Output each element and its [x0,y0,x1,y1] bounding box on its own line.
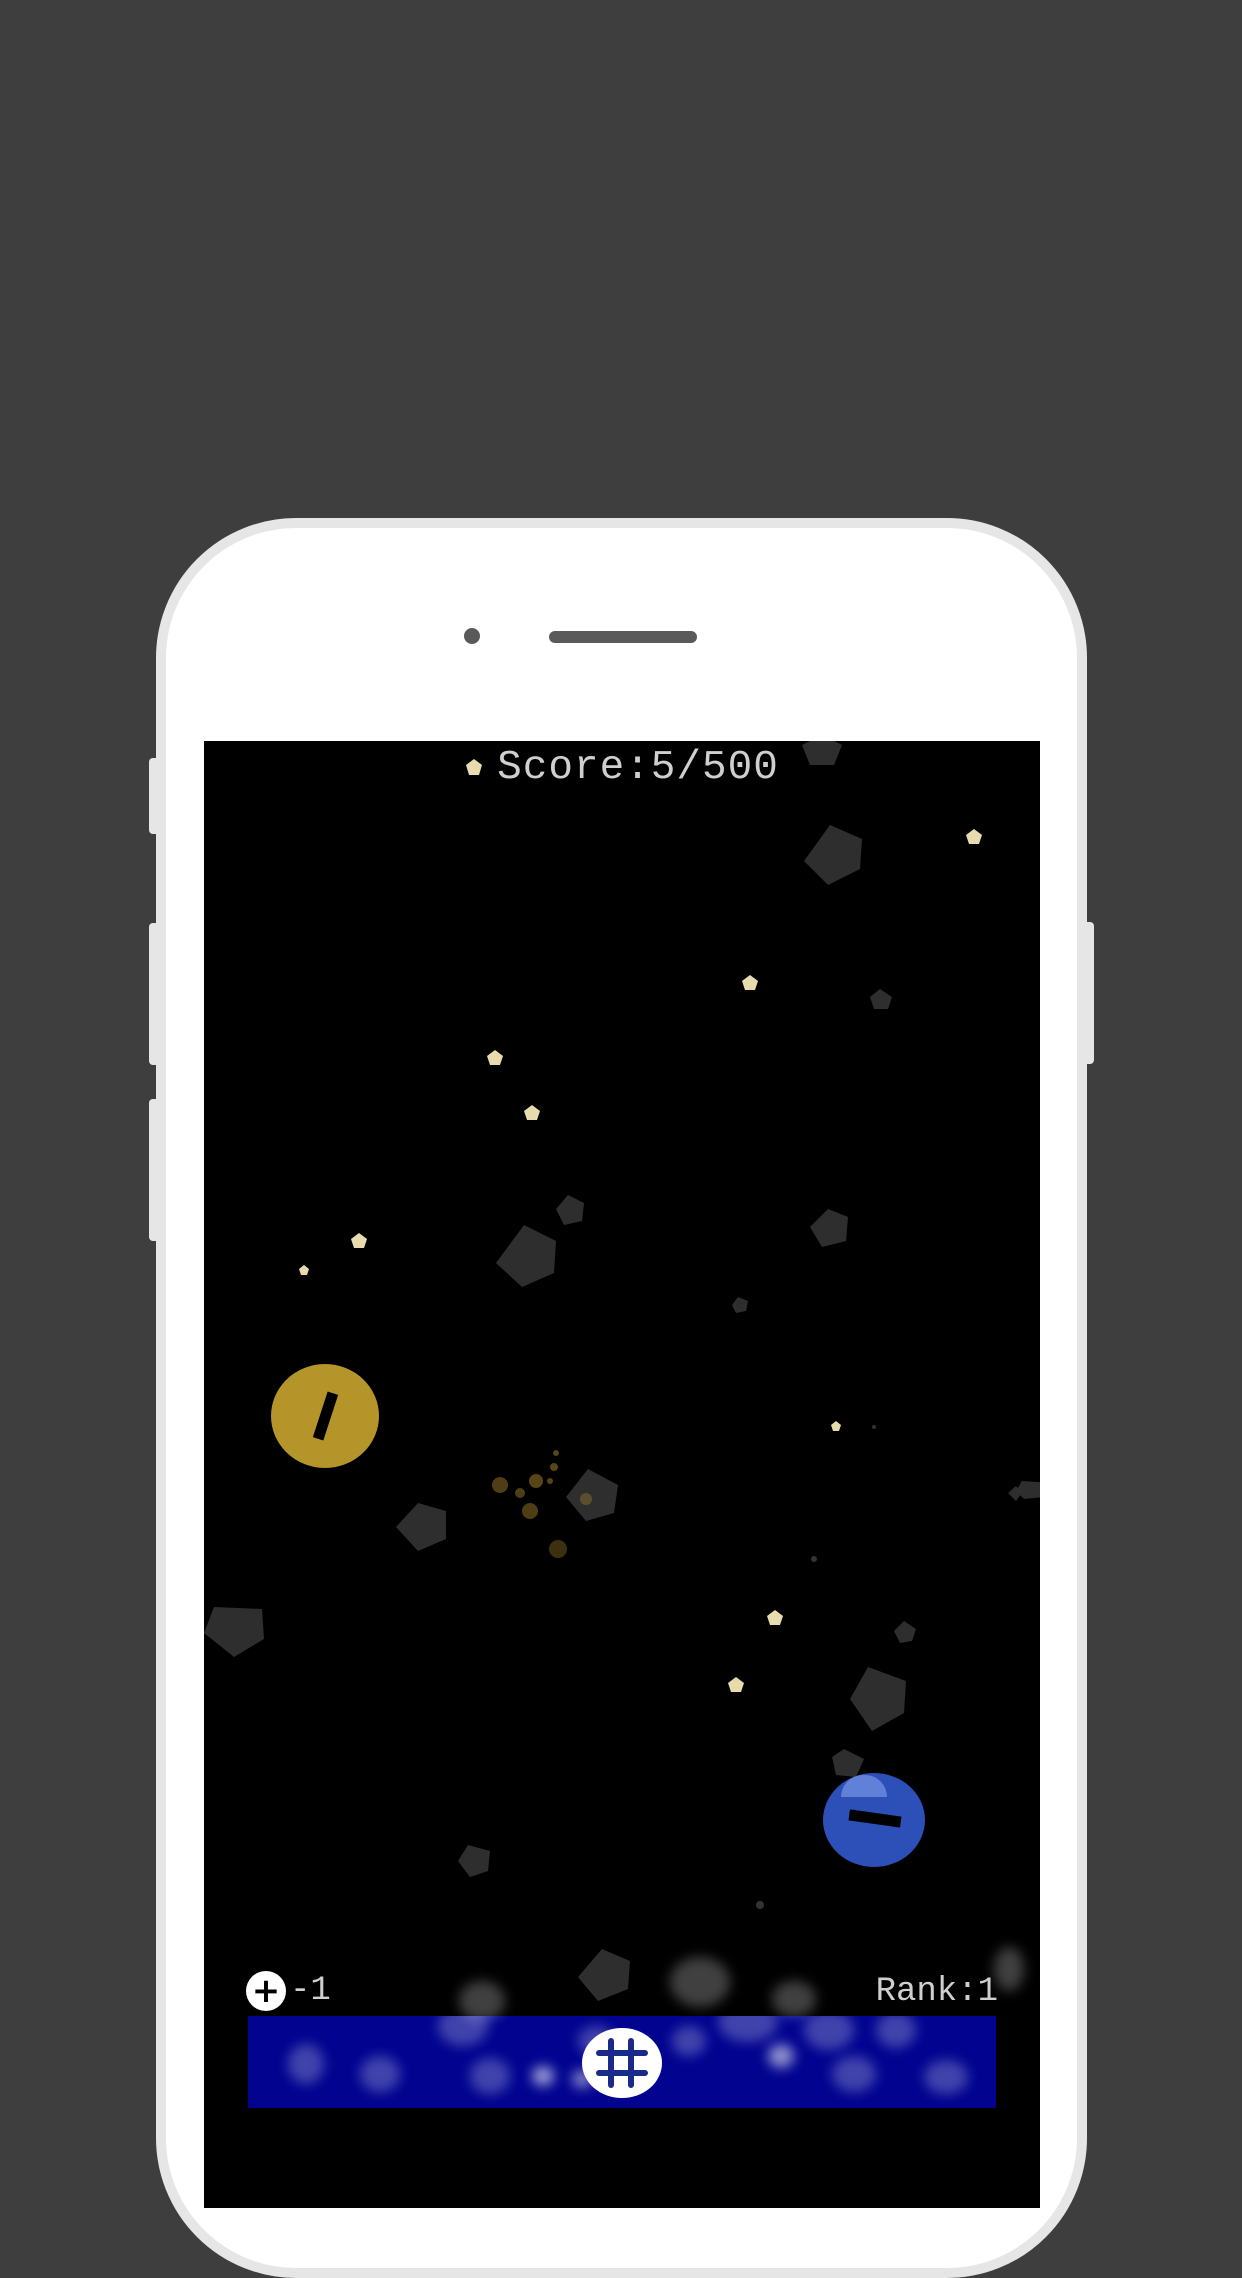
rock [804,825,862,885]
blue-ball[interactable] [823,1773,925,1867]
top-glow [670,1957,730,2007]
bar-glow [470,2058,510,2094]
top-glow [459,1981,505,2021]
plus-circle-icon: + [246,1971,286,2011]
bar-glow [360,2056,400,2092]
game-screen[interactable]: Score:5/500 + -1 Rank:1 [204,741,1040,2208]
front-camera [464,628,480,644]
particle [580,1493,592,1505]
bar-glow [832,2056,876,2092]
rock [556,1195,584,1225]
particle [492,1477,508,1493]
bar-glow [924,2060,968,2094]
yellow-ball[interactable] [271,1364,379,1468]
star [742,975,758,990]
rock [458,1845,490,1877]
bar-glow [768,2044,794,2068]
star [767,1610,783,1625]
star [728,1677,744,1692]
dust-particle [811,1556,817,1562]
grid-icon [596,2038,648,2088]
rock [810,1209,848,1247]
earpiece-speaker [549,631,697,643]
rock [566,1469,618,1521]
star [487,1050,503,1065]
rock [396,1503,446,1551]
particle [553,1450,559,1456]
dust-particle [872,1425,876,1429]
rock [850,1667,906,1731]
rock [894,1621,916,1643]
rock [832,1749,864,1777]
ball-slot-mark [848,1809,902,1828]
ball-slot-mark [312,1391,339,1441]
pentagon-star-icon [466,759,483,776]
ball-highlight [841,1775,887,1797]
score-text: Score:5/500 [497,745,779,791]
particle [549,1540,567,1558]
rock [204,1607,264,1657]
particle [529,1474,543,1488]
star [299,1265,309,1275]
score-display: Score:5/500 [204,745,1040,791]
top-glow [772,1981,816,2017]
bar-glow [804,2016,854,2050]
menu-button[interactable] [582,2028,662,2098]
rank-display: Rank:1 [875,1973,998,2011]
lives-display: + -1 [246,1971,331,2011]
stars [299,829,982,1692]
particle [547,1478,553,1484]
particle [522,1503,538,1519]
star [831,1421,841,1431]
lives-text: -1 [290,1972,331,2010]
rock [1016,1481,1040,1499]
particle [515,1488,525,1498]
rock [870,989,892,1009]
rock [496,1225,556,1287]
bar-glow [672,2026,706,2056]
star [351,1233,367,1248]
bar-glow [718,2016,778,2042]
bar-glow [532,2066,554,2086]
rock [732,1297,748,1313]
bar-glow [288,2044,324,2084]
dust-particle [756,1901,764,1909]
rock [578,1949,630,2001]
star [524,1105,540,1120]
top-glow [994,1947,1024,1991]
star [966,829,982,844]
particle [550,1463,558,1471]
bar-glow [876,2016,916,2048]
